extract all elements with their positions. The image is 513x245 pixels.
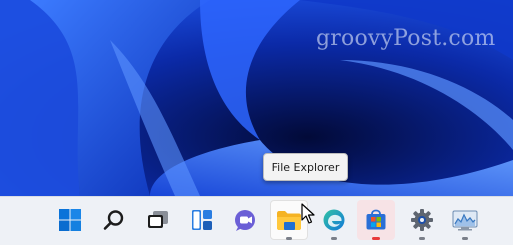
search-icon	[103, 210, 124, 230]
running-indicator	[462, 237, 468, 240]
taskbar	[0, 196, 513, 245]
running-indicator	[286, 237, 292, 240]
widgets-button[interactable]	[183, 200, 221, 240]
file-explorer-tooltip: File Explorer	[263, 153, 348, 181]
widgets-icon	[192, 210, 212, 230]
running-indicator	[372, 237, 380, 240]
task-view-button[interactable]	[139, 200, 177, 240]
running-indicator	[419, 237, 425, 240]
watermark-text: groovyPost.com	[316, 26, 496, 51]
teams-chat-icon	[235, 210, 255, 231]
mouse-pointer-icon	[301, 203, 315, 224]
edge-button[interactable]	[315, 200, 353, 240]
microsoft-store-icon	[366, 209, 386, 230]
search-button[interactable]	[95, 200, 133, 240]
performance-monitor-icon	[452, 210, 478, 231]
microsoft-store-button[interactable]	[357, 200, 395, 240]
performance-monitor-button[interactable]	[446, 200, 484, 240]
settings-button[interactable]	[403, 200, 441, 240]
chat-button[interactable]	[227, 200, 265, 240]
folder-icon	[277, 211, 301, 230]
start-button[interactable]	[51, 200, 89, 240]
windows-start-icon	[59, 209, 81, 231]
edge-icon	[323, 209, 345, 231]
task-view-icon	[148, 211, 168, 228]
desktop-wallpaper: groovyPost.com	[0, 0, 513, 196]
running-indicator	[331, 237, 337, 240]
gear-icon	[411, 209, 433, 231]
